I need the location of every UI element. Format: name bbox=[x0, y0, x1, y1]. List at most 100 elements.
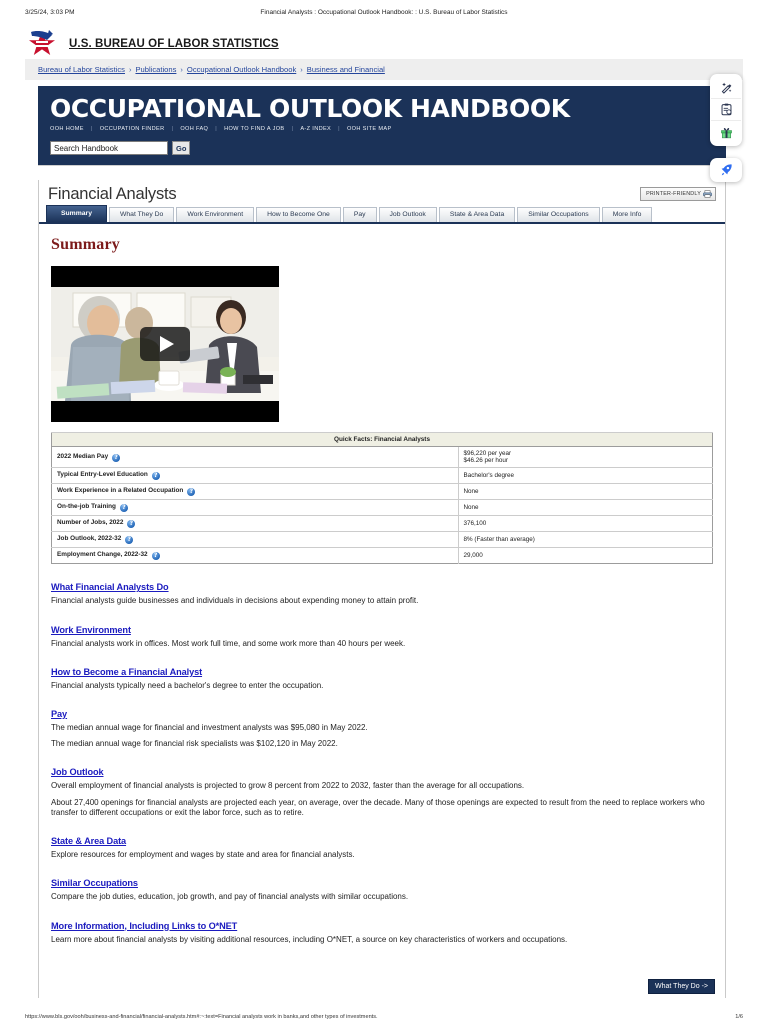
section-link-what-financial-analysts-do[interactable]: What Financial Analysts Do bbox=[51, 582, 169, 592]
nav-separator: | bbox=[291, 126, 294, 132]
section-paragraph: Financial analysts guide businesses and … bbox=[51, 596, 419, 606]
summary-heading: Summary bbox=[51, 236, 120, 254]
printer-friendly-label: PRINTER-FRIENDLY bbox=[646, 190, 701, 197]
label-text: Number of Jobs, 2022 bbox=[57, 519, 124, 527]
section-link-state-area-data[interactable]: State & Area Data bbox=[51, 836, 126, 846]
quick-facts-row-value: 8% (Faster than average) bbox=[457, 531, 713, 548]
search-input[interactable] bbox=[50, 141, 168, 155]
ooh-nav: OOH HOME | OCCUPATION FINDER | OOH FAQ |… bbox=[38, 121, 726, 139]
section-pay: Pay The median annual wage for financial… bbox=[51, 697, 713, 749]
ooh-nav-item-how-to-find-a-job[interactable]: HOW TO FIND A JOB bbox=[224, 126, 284, 132]
section-link-work-environment[interactable]: Work Environment bbox=[51, 625, 131, 635]
ooh-nav-item-a-z-index[interactable]: A-Z INDEX bbox=[300, 126, 331, 132]
section-link-more-information[interactable]: More Information, Including Links to O*N… bbox=[51, 921, 237, 931]
table-row: Typical Entry-Level Education? Bachelor'… bbox=[51, 467, 713, 484]
section-paragraph: About 27,400 openings for financial anal… bbox=[51, 797, 705, 817]
value-line: $46.26 per hour bbox=[463, 457, 508, 465]
search-go-button[interactable]: Go bbox=[172, 141, 191, 155]
section-paragraph: Learn more about financial analysts by v… bbox=[51, 934, 568, 944]
quick-facts-row-value: 376,100 bbox=[457, 515, 713, 532]
printer-icon bbox=[703, 189, 712, 198]
gift-tool-button[interactable] bbox=[711, 121, 741, 143]
magic-wand-tool-button[interactable] bbox=[711, 77, 741, 99]
section-what-they-do: What Financial Analysts Do Financial ana… bbox=[51, 570, 713, 606]
printer-friendly-button[interactable]: PRINTER-FRIENDLY bbox=[640, 186, 716, 201]
ooh-nav-item-ooh-site-map[interactable]: OOH SITE MAP bbox=[347, 126, 392, 132]
bls-brand-row[interactable]: U.S. BUREAU OF LABOR STATISTICS bbox=[25, 28, 279, 60]
quick-facts-caption: Quick Facts: Financial Analysts bbox=[51, 432, 713, 448]
tab-summary[interactable]: Summary bbox=[46, 204, 107, 223]
breadcrumb-item-1[interactable]: Publications bbox=[135, 65, 176, 74]
tab-more-info[interactable]: More Info bbox=[601, 206, 653, 223]
quick-facts-row-label: Number of Jobs, 2022? bbox=[51, 515, 458, 532]
quick-facts-row-value: $96,220 per year $46.26 per hour bbox=[457, 446, 713, 468]
tab-work-environment[interactable]: Work Environment bbox=[176, 206, 255, 223]
table-row: Number of Jobs, 2022? 376,100 bbox=[51, 515, 713, 532]
help-question-icon[interactable]: ? bbox=[187, 488, 196, 497]
ooh-nav-item-ooh-faq[interactable]: OOH FAQ bbox=[180, 126, 208, 132]
occupation-title-row: Financial Analysts PRINTER-FRIENDLY bbox=[39, 180, 725, 205]
ooh-banner-title: OCCUPATIONAL OUTLOOK HANDBOOK bbox=[50, 94, 570, 123]
quick-facts-row-label: Employment Change, 2022-32? bbox=[51, 547, 458, 564]
quick-facts-row-value: Bachelor's degree bbox=[457, 467, 713, 484]
section-more-information: More Information, Including Links to O*N… bbox=[51, 909, 713, 945]
bls-brand-name: U.S. BUREAU OF LABOR STATISTICS bbox=[69, 38, 279, 50]
occupation-content: Financial Analysts PRINTER-FRIENDLY Summ… bbox=[38, 180, 726, 998]
quick-facts-row-label: Typical Entry-Level Education? bbox=[51, 467, 458, 484]
tab-what-they-do[interactable]: What They Do bbox=[108, 206, 175, 223]
print-document-title: Financial Analysts : Occupational Outloo… bbox=[260, 9, 508, 16]
rocket-icon bbox=[721, 164, 732, 176]
clipboard-document-icon bbox=[721, 103, 731, 116]
help-question-icon[interactable]: ? bbox=[151, 552, 160, 561]
section-link-job-outlook[interactable]: Job Outlook bbox=[51, 767, 104, 777]
tab-how-to-become-one[interactable]: How to Become One bbox=[256, 206, 341, 223]
nav-separator: | bbox=[338, 126, 340, 132]
bls-star-logo-icon bbox=[29, 30, 55, 55]
next-tab-row: What They Do -> bbox=[39, 971, 725, 998]
help-question-icon[interactable]: ? bbox=[151, 472, 160, 481]
section-how-to-become-one: How to Become a Financial Analyst Financ… bbox=[51, 655, 713, 691]
breadcrumb: Bureau of Labor Statistics › Publication… bbox=[25, 59, 743, 80]
section-link-similar-occupations[interactable]: Similar Occupations bbox=[51, 878, 138, 888]
occupation-tabs: Summary What They Do Work Environment Ho… bbox=[39, 204, 725, 225]
printed-web-page: 3/25/24, 3:03 PM Financial Analysts : Oc… bbox=[0, 0, 768, 1024]
help-question-icon[interactable]: ? bbox=[112, 453, 121, 462]
breadcrumb-item-0[interactable]: Bureau of Labor Statistics bbox=[38, 65, 125, 74]
quick-facts-row-label: On-the-job Training? bbox=[51, 499, 458, 516]
play-button-icon[interactable] bbox=[140, 327, 190, 362]
breadcrumb-item-3[interactable]: Business and Financial bbox=[307, 65, 385, 74]
table-row: Work Experience in a Related Occupation?… bbox=[51, 483, 713, 500]
ooh-nav-item-occupation-finder[interactable]: OCCUPATION FINDER bbox=[100, 126, 165, 132]
help-question-icon[interactable]: ? bbox=[125, 536, 134, 545]
ooh-banner: OCCUPATIONAL OUTLOOK HANDBOOK OOH HOME |… bbox=[38, 86, 726, 166]
summary-body: Summary Quick Facts: Financial Analysts … bbox=[39, 224, 725, 971]
tab-pay[interactable]: Pay bbox=[342, 206, 377, 223]
tab-state-area-data[interactable]: State & Area Data bbox=[438, 206, 516, 223]
help-question-icon[interactable]: ? bbox=[119, 504, 128, 513]
print-footer-page-number: 1/6 bbox=[735, 1014, 743, 1020]
label-text: Typical Entry-Level Education bbox=[57, 471, 148, 479]
section-link-how-to-become-a-financial-analyst[interactable]: How to Become a Financial Analyst bbox=[51, 667, 202, 677]
rocket-tool-button[interactable] bbox=[710, 158, 742, 182]
section-paragraph: Compare the job duties, education, job g… bbox=[51, 892, 409, 902]
section-link-pay[interactable]: Pay bbox=[51, 709, 67, 719]
tab-job-outlook[interactable]: Job Outlook bbox=[378, 206, 437, 223]
page-title: Financial Analysts bbox=[48, 185, 177, 203]
occupation-video[interactable] bbox=[51, 266, 279, 423]
table-row: 2022 Median Pay? $96,220 per year $46.26… bbox=[51, 446, 713, 468]
table-row: Job Outlook, 2022-32? 8% (Faster than av… bbox=[51, 531, 713, 548]
nav-separator: | bbox=[215, 126, 218, 132]
value-line: $96,220 per year bbox=[463, 450, 512, 458]
clipboard-document-tool-button[interactable] bbox=[711, 99, 741, 121]
breadcrumb-item-2[interactable]: Occupational Outlook Handbook bbox=[187, 65, 296, 74]
print-footer-url: https://www.bls.gov/ooh/business-and-fin… bbox=[25, 1014, 378, 1020]
tab-similar-occupations[interactable]: Similar Occupations bbox=[517, 206, 600, 223]
ooh-nav-item-ooh-home[interactable]: OOH HOME bbox=[50, 126, 84, 132]
quick-facts-row-label: Job Outlook, 2022-32? bbox=[51, 531, 458, 548]
help-question-icon[interactable]: ? bbox=[127, 520, 136, 529]
next-tab-button[interactable]: What They Do -> bbox=[648, 978, 715, 994]
quick-facts-caption-row: Quick Facts: Financial Analysts bbox=[51, 432, 713, 448]
quick-facts-row-label: Work Experience in a Related Occupation? bbox=[51, 483, 458, 500]
nav-separator: | bbox=[171, 126, 174, 132]
section-work-environment: Work Environment Financial analysts work… bbox=[51, 613, 713, 649]
